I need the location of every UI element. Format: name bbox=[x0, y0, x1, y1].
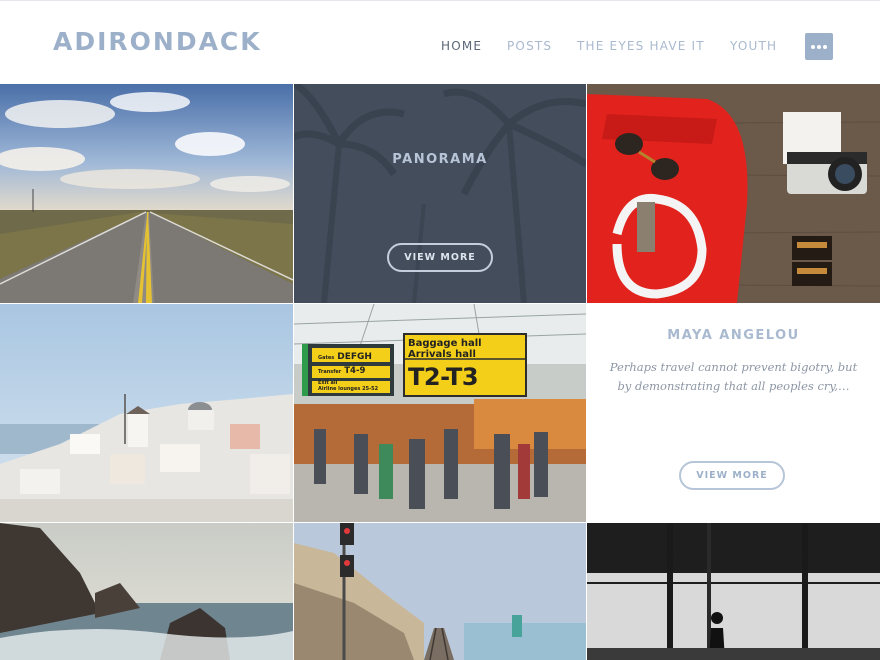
travel-gear-tile[interactable] bbox=[587, 84, 880, 303]
airport-photo-tile[interactable]: Gates DEFGH Transfer T4-9 Exit all Airli… bbox=[294, 304, 586, 522]
quote-post-tile[interactable]: MAYA ANGELOU Perhaps travel cannot preve… bbox=[587, 304, 880, 522]
ellipsis-icon-dot bbox=[817, 44, 821, 49]
railway-photo-tile[interactable] bbox=[294, 523, 586, 660]
railway-image bbox=[294, 523, 586, 660]
nav-item-youth[interactable]: YOUTH bbox=[730, 39, 777, 53]
panorama-title[interactable]: PANORAMA bbox=[294, 152, 586, 167]
road-image bbox=[0, 84, 293, 303]
panorama-view-more-button[interactable]: VIEW MORE bbox=[387, 243, 493, 272]
road-photo-tile[interactable] bbox=[0, 84, 293, 303]
quote-excerpt: Perhaps travel cannot prevent bigotry, b… bbox=[609, 360, 858, 393]
ellipsis-icon-dot bbox=[823, 44, 827, 49]
ellipsis-icon bbox=[811, 44, 815, 49]
silhouette-photo-tile[interactable] bbox=[587, 523, 880, 660]
panorama-tile[interactable]: PANORAMA VIEW MORE bbox=[294, 84, 586, 303]
quote-post-title[interactable]: MAYA ANGELOU bbox=[587, 328, 880, 343]
nav-item-home[interactable]: HOME bbox=[441, 39, 482, 53]
site-header: ADIRONDACK HOME POSTS THE EYES HAVE IT Y… bbox=[0, 0, 880, 84]
airline-lounges-sign-label: Airline lounges 25-52 bbox=[318, 386, 379, 392]
coast-image bbox=[0, 523, 293, 660]
lounge-sign: Exit all Airline lounges 25-52 bbox=[318, 380, 378, 392]
coast-photo-tile[interactable] bbox=[0, 523, 293, 660]
terminal-sign: T2-T3 bbox=[408, 363, 479, 391]
nav-item-the-eyes-have-it[interactable]: THE EYES HAVE IT bbox=[577, 39, 705, 53]
transfer-sign: Transfer T4-9 bbox=[318, 366, 365, 376]
gates-sign-code: DEFGH bbox=[337, 352, 372, 362]
baggage-hall-label: Baggage hall bbox=[408, 338, 482, 349]
arrivals-hall-label: Arrivals hall bbox=[408, 349, 476, 360]
transfer-sign-code: T4-9 bbox=[344, 366, 366, 376]
nav-item-posts[interactable]: POSTS bbox=[507, 39, 552, 53]
main-nav: HOME POSTS THE EYES HAVE IT YOUTH bbox=[0, 39, 880, 55]
gates-sign: Gates DEFGH bbox=[318, 350, 372, 365]
silhouette-image bbox=[587, 523, 880, 660]
gates-sign-label: Gates bbox=[318, 355, 335, 361]
baggage-sign: Baggage hall Arrivals hall bbox=[408, 338, 482, 360]
quote-view-more-button[interactable]: VIEW MORE bbox=[679, 461, 785, 490]
airport-image bbox=[294, 304, 586, 522]
travel-gear-image bbox=[587, 84, 880, 303]
santorini-photo-tile[interactable] bbox=[0, 304, 293, 522]
transfer-sign-label: Transfer bbox=[318, 369, 342, 375]
santorini-image bbox=[0, 304, 293, 522]
more-menu-button[interactable] bbox=[805, 33, 833, 60]
